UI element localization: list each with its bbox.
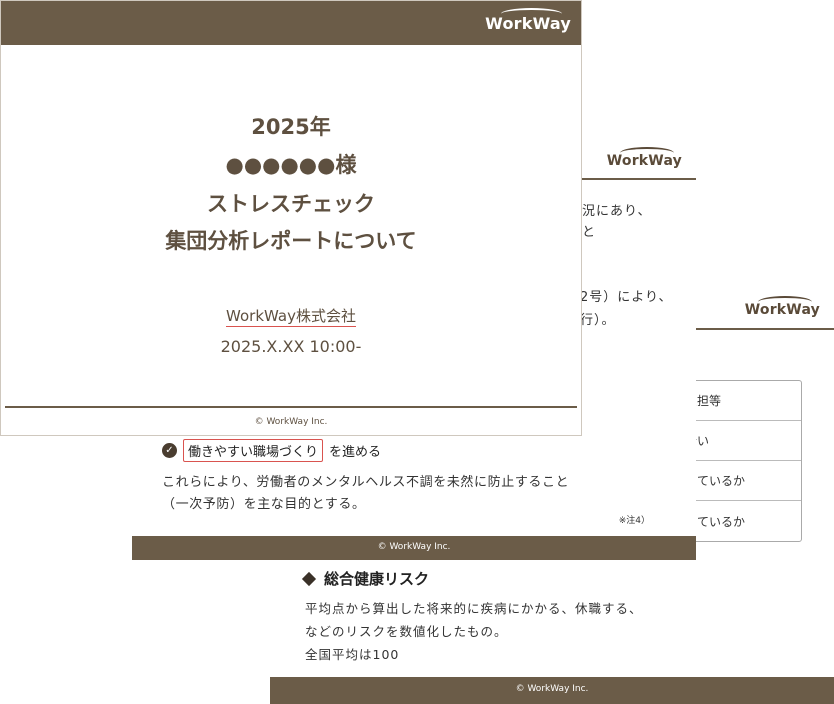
footer-copyright: © WorkWay Inc. <box>515 684 589 694</box>
check-circle-icon: ✓ <box>162 443 177 458</box>
company-name-text: WorkWay株式会社 <box>226 307 356 327</box>
body-line: （一次予防）を主な目的とする。 <box>162 497 366 512</box>
check-item-text: を進める <box>329 445 382 460</box>
check-item: ✓ 働きやすい職場づくり を進める <box>162 439 381 462</box>
footer-copyright: © WorkWay Inc. <box>254 417 328 427</box>
diamond-bullet-icon <box>301 571 317 586</box>
header-bar: WorkWay <box>1 1 581 45</box>
paragraph-line: などのリスクを数値化したもの。 <box>305 624 508 639</box>
workway-logo: WorkWay <box>607 147 682 169</box>
title-client: ●●●●●●様 <box>225 153 357 177</box>
title-line2: 集団分析レポートについて <box>165 229 417 253</box>
logo-arc-icon <box>758 296 813 308</box>
workway-logo: WorkWay <box>745 296 820 318</box>
text-fragment: 2号）により、 <box>580 290 673 305</box>
workway-logo: WorkWay <box>485 8 571 33</box>
footer-copyright: © WorkWay Inc. <box>377 542 451 552</box>
footer-bar: © WorkWay Inc. <box>132 536 696 560</box>
paragraph-line: 平均点から算出した将来的に疾病にかかる、休職する、 <box>305 601 643 616</box>
text-fragment: 行）。 <box>580 313 616 328</box>
footnote: ※注4） <box>618 516 650 526</box>
section-title: 総合健康リスク <box>301 568 430 589</box>
paragraph-line: 全国平均は100 <box>305 647 400 662</box>
footer-bar: © WorkWay Inc. <box>270 677 834 704</box>
company-name: WorkWay株式会社 <box>1 305 581 327</box>
logo-arc-icon <box>620 147 675 159</box>
footer-divider <box>5 406 577 408</box>
body-line: これらにより、労働者のメンタルヘルス不調を未然に防止すること <box>162 475 570 490</box>
title-line1: ストレスチェック <box>207 192 375 216</box>
title-year: 2025年 <box>251 115 331 139</box>
slide-title: WorkWay 2025年 ●●●●●●様 ストレスチェック 集団分析レポートに… <box>0 0 582 436</box>
section-title-text: 総合健康リスク <box>324 570 430 588</box>
highlighted-phrase: 働きやすい職場づくり <box>183 439 324 462</box>
logo-arc-icon <box>500 8 563 20</box>
date-time: 2025.X.XX 10:00- <box>220 337 362 356</box>
